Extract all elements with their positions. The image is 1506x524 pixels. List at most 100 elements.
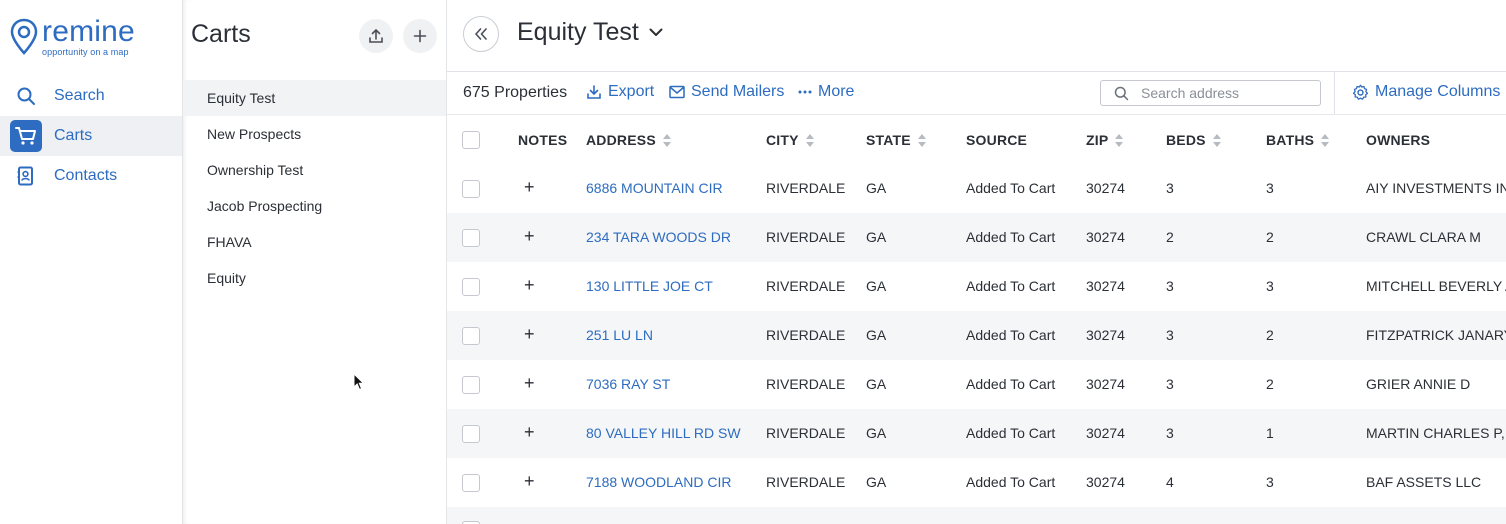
nav-item-search[interactable]: Search (0, 76, 182, 116)
zip-cell: 30274 (1086, 425, 1125, 441)
state-cell: GA (866, 474, 887, 490)
row-checkbox[interactable] (462, 180, 480, 198)
column-header-owners: OWNERS (1366, 132, 1431, 148)
address-link[interactable]: 6886 MOUNTAIN CIR (586, 180, 723, 196)
column-header-notes: NOTES (518, 132, 568, 148)
cart-list-item[interactable]: New Prospects (183, 116, 446, 152)
cart-list-item[interactable]: Equity Test (183, 80, 446, 116)
cart-list-item[interactable]: FHAVA (183, 224, 446, 260)
city-cell: RIVERDALE (766, 229, 846, 245)
address-link[interactable]: 7036 RAY ST (586, 376, 670, 392)
table-row[interactable]: + 7188 WOODLAND CIR RIVERDALE GA Added T… (447, 458, 1506, 507)
column-header-beds[interactable]: BEDS (1166, 132, 1221, 148)
beds-cell: 3 (1166, 180, 1174, 196)
cart-name-dropdown[interactable]: Equity Test (517, 18, 663, 47)
city-cell: RIVERDALE (766, 376, 846, 392)
cart-list-item[interactable]: Jacob Prospecting (183, 188, 446, 224)
nav-item-carts[interactable]: Carts (0, 116, 182, 156)
sort-icon (1321, 133, 1330, 147)
column-header-state[interactable]: STATE (866, 132, 926, 148)
city-cell: RIVERDALE (766, 327, 846, 343)
column-header-address[interactable]: ADDRESS (586, 132, 671, 148)
beds-cell: 4 (1166, 474, 1174, 490)
city-cell: RIVERDALE (766, 180, 846, 196)
export-button[interactable]: Export (586, 83, 654, 101)
add-note-icon[interactable]: + (524, 374, 535, 392)
download-icon (587, 85, 601, 99)
state-cell: GA (866, 327, 887, 343)
send-mailers-button[interactable]: Send Mailers (669, 83, 784, 101)
table-row[interactable]: + 234 TARA WOODS DR RIVERDALE GA Added T… (447, 213, 1506, 262)
baths-cell: 1 (1266, 425, 1274, 441)
contacts-icon (10, 160, 42, 192)
city-cell: RIVERDALE (766, 474, 846, 490)
add-note-icon[interactable]: + (524, 472, 535, 490)
manage-columns-button[interactable]: Manage Columns (1352, 83, 1500, 101)
table-row[interactable]: + 251 LU LN RIVERDALE GA Added To Cart 3… (447, 311, 1506, 360)
add-note-icon[interactable]: + (524, 178, 535, 196)
plus-icon (413, 29, 427, 43)
source-cell: Added To Cart (966, 474, 1056, 490)
search-address-input[interactable] (1141, 85, 1311, 101)
add-note-icon[interactable]: + (524, 423, 535, 441)
state-cell: GA (866, 278, 887, 294)
more-button[interactable]: More (798, 83, 854, 101)
double-chevron-left-icon (475, 28, 487, 40)
table-row[interactable]: + 130 LITTLE JOE CT RIVERDALE GA Added T… (447, 262, 1506, 311)
column-header-zip[interactable]: ZIP (1086, 132, 1124, 148)
address-link[interactable]: 80 VALLEY HILL RD SW (586, 425, 741, 441)
search-address-box[interactable] (1100, 80, 1321, 106)
toolbar-divider (1334, 72, 1335, 114)
table-row[interactable]: + 7036 RAY ST RIVERDALE GA Added To Cart… (447, 360, 1506, 409)
column-header-city[interactable]: CITY (766, 132, 814, 148)
owners-cell: AIY INVESTMENTS INC (1366, 180, 1506, 196)
upload-icon (369, 29, 383, 43)
collapse-panel-button[interactable] (463, 16, 499, 52)
address-link[interactable]: 7188 WOODLAND CIR (586, 474, 731, 490)
cart-list-item[interactable]: Ownership Test (183, 152, 446, 188)
table-row[interactable]: + 6886 MOUNTAIN CIR RIVERDALE GA Added T… (447, 164, 1506, 213)
more-label: More (818, 83, 855, 100)
row-checkbox[interactable] (462, 474, 480, 492)
source-cell: Added To Cart (966, 278, 1056, 294)
row-checkbox[interactable] (462, 425, 480, 443)
owners-cell: CRAWL CLARA M (1366, 229, 1481, 245)
row-checkbox[interactable] (462, 229, 480, 247)
property-count: 675 Properties (463, 84, 568, 101)
table-toolbar: 675 Properties Export Send Mailers More … (447, 72, 1506, 114)
city-cell: RIVERDALE (766, 425, 846, 441)
upload-cart-button[interactable] (359, 19, 393, 53)
row-checkbox[interactable] (462, 376, 480, 394)
nav-item-label: Carts (54, 127, 93, 144)
address-link[interactable]: 251 LU LN (586, 327, 653, 343)
city-cell: RIVERDALE (766, 278, 846, 294)
table-row[interactable] (447, 507, 1506, 524)
cart-name-label: Equity Test (517, 18, 639, 46)
add-note-icon[interactable]: + (524, 227, 535, 245)
add-cart-button[interactable] (403, 19, 437, 53)
column-header-baths[interactable]: BATHS (1266, 132, 1330, 148)
select-all-checkbox[interactable] (462, 131, 480, 149)
table-row[interactable]: + 80 VALLEY HILL RD SW RIVERDALE GA Adde… (447, 409, 1506, 458)
row-checkbox[interactable] (462, 327, 480, 345)
address-link[interactable]: 234 TARA WOODS DR (586, 229, 731, 245)
nav-item-contacts[interactable]: Contacts (0, 156, 182, 196)
logo-name: remine (42, 15, 135, 48)
address-link[interactable]: 130 LITTLE JOE CT (586, 278, 713, 294)
add-note-icon[interactable]: + (524, 276, 535, 294)
source-cell: Added To Cart (966, 376, 1056, 392)
owners-cell: GRIER ANNIE D (1366, 376, 1471, 392)
manage-columns-label: Manage Columns (1375, 83, 1501, 100)
main-content: Equity Test 675 Properties Export Send M… (447, 0, 1506, 524)
zip-cell: 30274 (1086, 327, 1125, 343)
zip-cell: 30274 (1086, 278, 1125, 294)
add-note-icon[interactable]: + (524, 325, 535, 343)
beds-cell: 3 (1166, 376, 1174, 392)
source-cell: Added To Cart (966, 425, 1056, 441)
cart-list-item[interactable]: Equity (183, 260, 446, 296)
row-checkbox[interactable] (462, 278, 480, 296)
baths-cell: 3 (1266, 180, 1274, 196)
table-header: NOTES ADDRESS CITY STATE SOURCE ZIP BEDS… (447, 114, 1506, 164)
beds-cell: 3 (1166, 278, 1174, 294)
remine-logo[interactable]: remine opportunity on a map (10, 15, 135, 57)
